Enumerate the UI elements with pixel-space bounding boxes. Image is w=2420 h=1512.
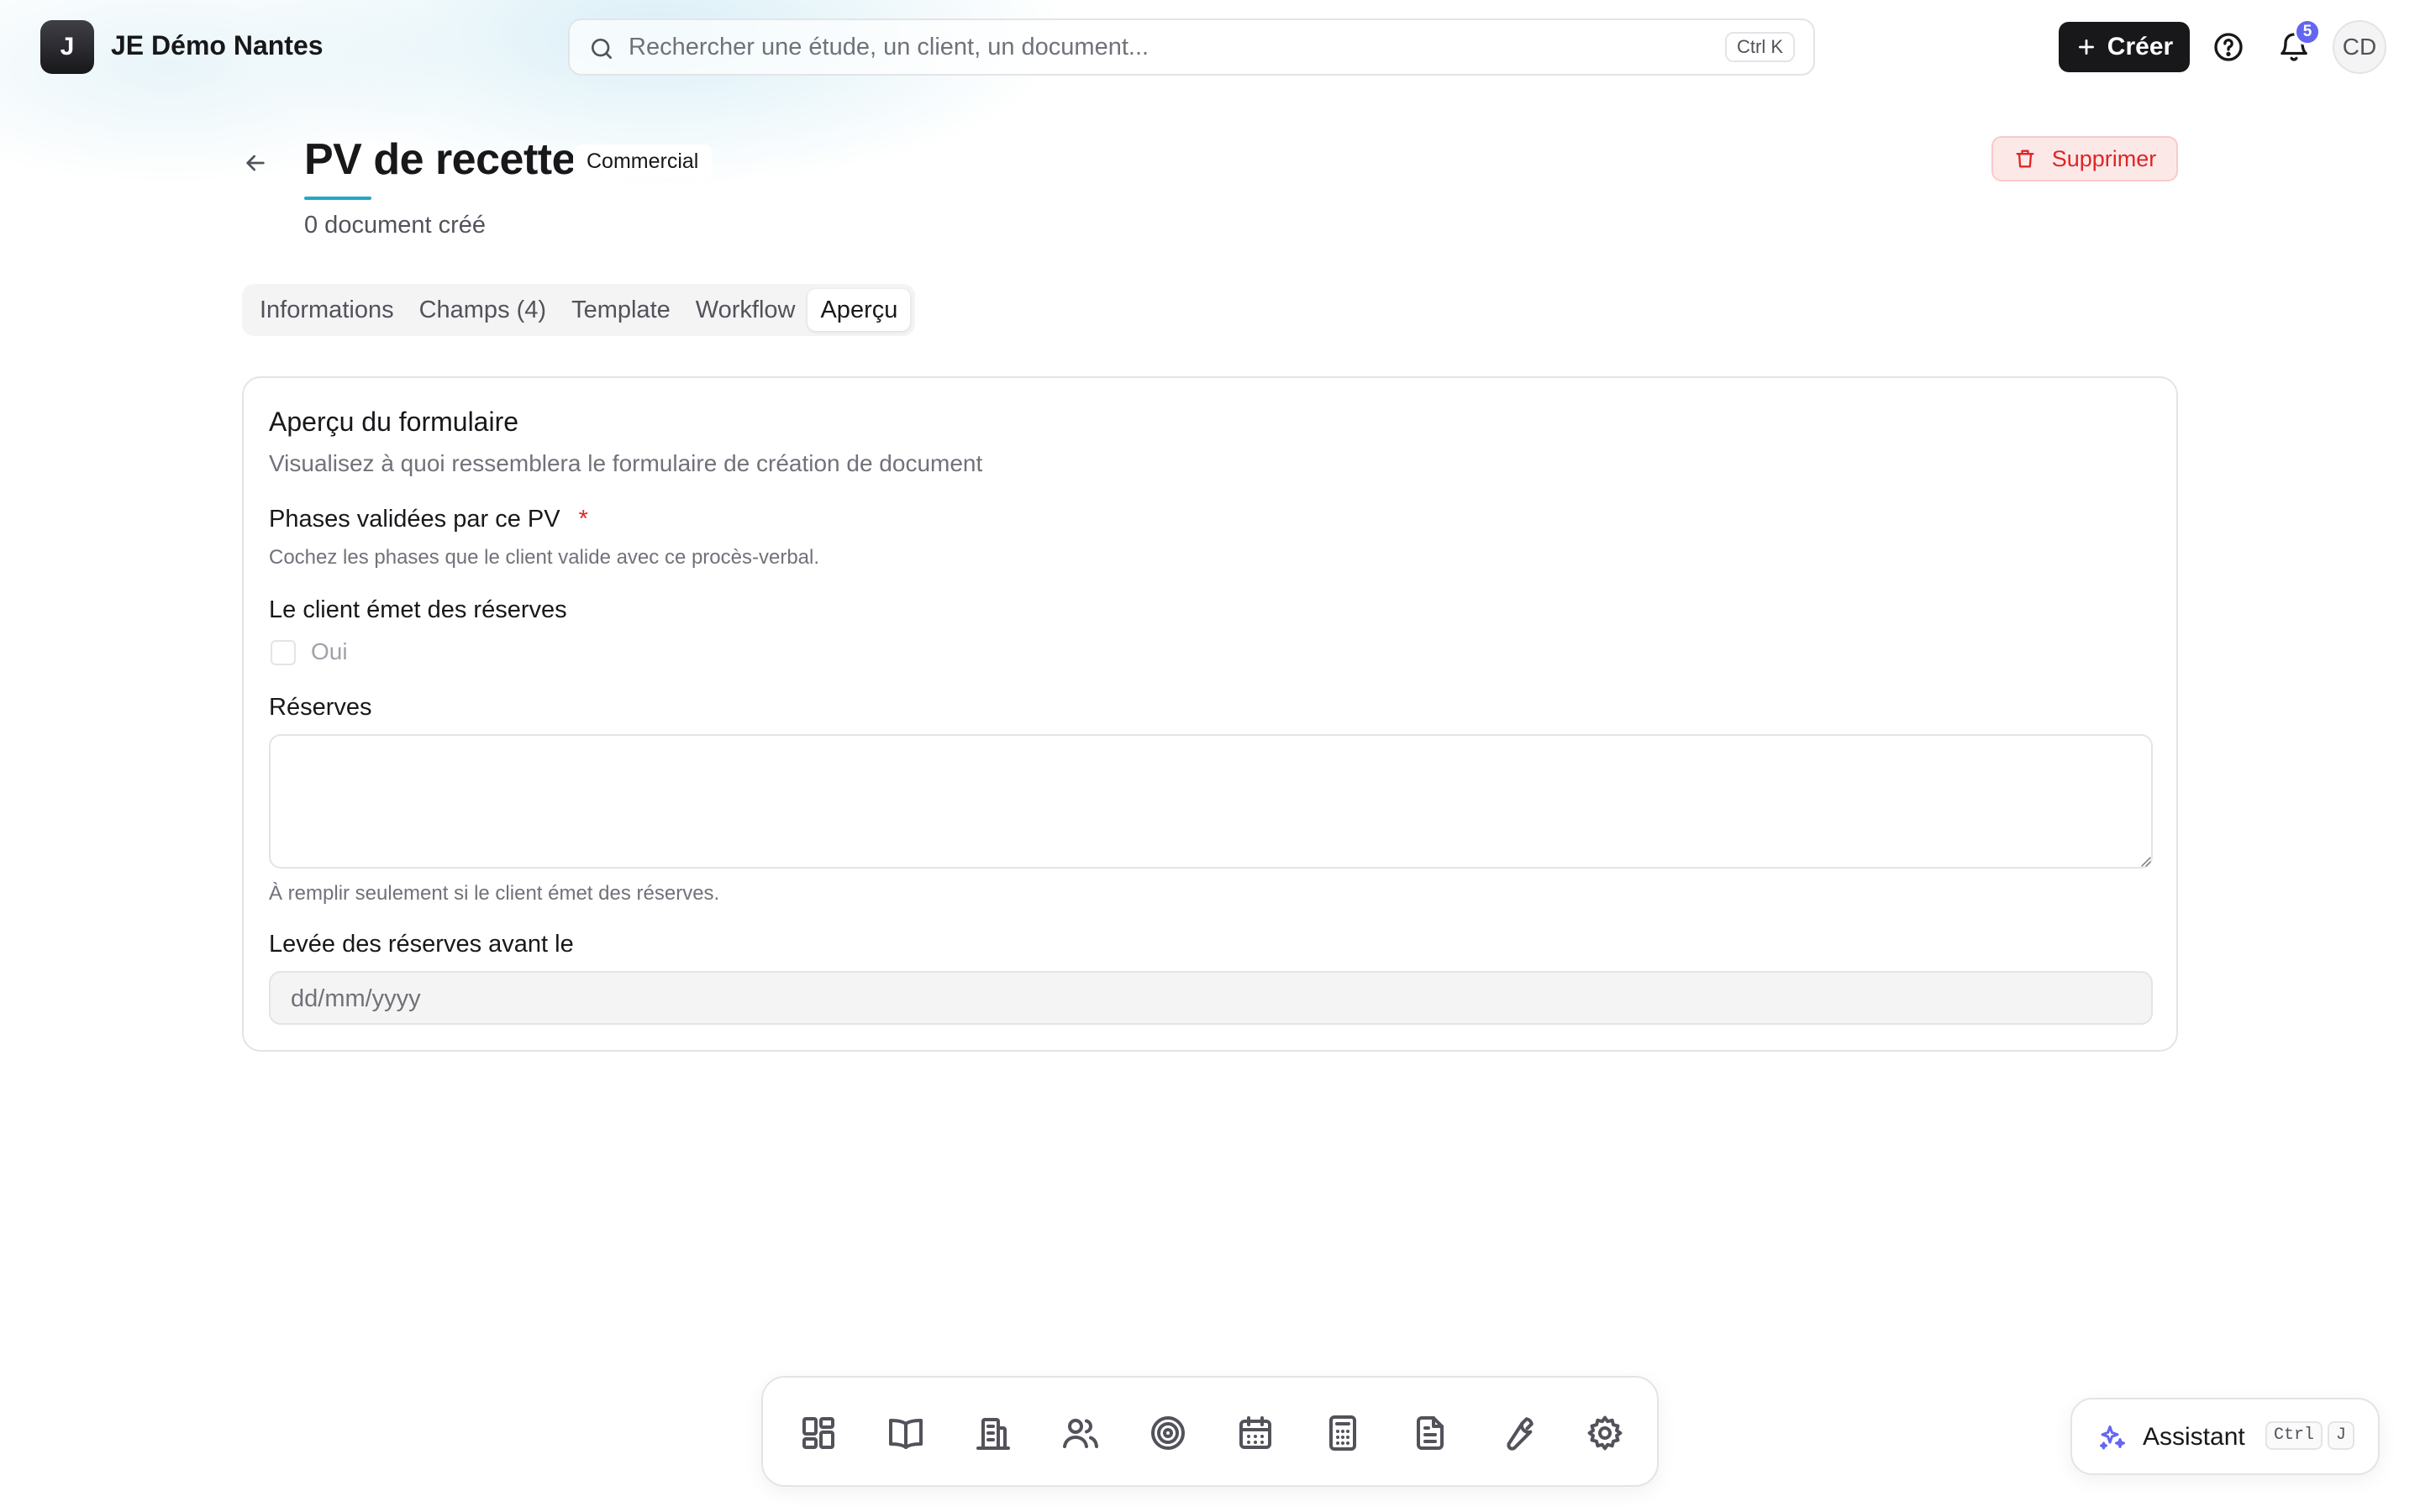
wrench-icon[interactable]	[1497, 1413, 1538, 1453]
tab-informations[interactable]: Informations	[247, 289, 407, 331]
building-icon[interactable]	[973, 1413, 1013, 1453]
trash-icon	[2013, 147, 2037, 171]
help-icon[interactable]	[2212, 30, 2245, 64]
card-description: Visualisez à quoi ressemblera le formula…	[269, 450, 983, 476]
assistant-shortcut-j: J	[2328, 1421, 2355, 1450]
global-search[interactable]: Ctrl K	[568, 18, 1815, 76]
phases-label-text: Phases validées par ce PV	[269, 506, 560, 533]
users-icon[interactable]	[1060, 1413, 1101, 1453]
calculator-icon[interactable]	[1323, 1413, 1363, 1453]
create-button-label: Créer	[2107, 33, 2174, 60]
top-bar: J JE Démo Nantes Ctrl K Créer 5 CD	[0, 0, 2420, 94]
deadline-date-input[interactable]: dd/mm/yyyy	[269, 971, 2153, 1025]
client-reserves-field-label: Le client émet des réserves	[269, 596, 567, 623]
org-logo[interactable]: J	[40, 20, 94, 74]
calendar-icon[interactable]	[1235, 1413, 1276, 1453]
target-icon[interactable]	[1148, 1413, 1188, 1453]
phases-field-help: Cochez les phases que le client valide a…	[269, 546, 820, 569]
form-preview-card: Aperçu du formulaire Visualisez à quoi r…	[242, 376, 2178, 1052]
user-avatar[interactable]: CD	[2333, 20, 2386, 74]
document-count: 0 document créé	[304, 212, 487, 239]
tab-template[interactable]: Template	[559, 289, 683, 331]
assistant-label: Assistant	[2143, 1423, 2245, 1451]
notification-badge: 5	[2294, 18, 2321, 45]
tab-apercu[interactable]: Aperçu	[808, 289, 911, 331]
assistant-shortcut-ctrl: Ctrl	[2265, 1421, 2323, 1450]
sparkles-icon	[2097, 1423, 2128, 1453]
assistant-button[interactable]: Assistant Ctrl J	[2070, 1398, 2380, 1475]
resize-grip-icon[interactable]	[2139, 855, 2151, 867]
reserves-textarea[interactable]	[269, 734, 2153, 869]
category-badge: Commercial	[573, 144, 713, 178]
required-mark: *	[578, 506, 588, 533]
search-input[interactable]	[629, 30, 1687, 64]
plus-icon	[2075, 36, 2097, 58]
document-icon[interactable]	[1410, 1413, 1450, 1453]
phases-field-label: Phases validées par ce PV *	[269, 506, 588, 533]
delete-button-label: Supprimer	[2051, 145, 2157, 171]
client-reserves-checkbox-label[interactable]: Oui	[311, 638, 348, 665]
page-title: PV de recette	[304, 135, 576, 184]
deadline-field-label: Levée des réserves avant le	[269, 931, 574, 958]
date-placeholder: dd/mm/yyyy	[291, 985, 421, 1012]
book-icon[interactable]	[886, 1413, 926, 1453]
back-arrow-icon[interactable]	[242, 150, 269, 176]
search-icon	[588, 35, 615, 62]
search-shortcut-hint: Ctrl K	[1725, 32, 1795, 62]
create-button[interactable]: Créer	[2059, 22, 2190, 72]
settings-icon[interactable]	[1585, 1413, 1625, 1453]
title-accent-underline	[304, 197, 371, 200]
card-title: Aperçu du formulaire	[269, 407, 519, 437]
client-reserves-checkbox[interactable]	[271, 640, 296, 665]
reserves-field-label: Réserves	[269, 694, 372, 721]
bottom-dock	[761, 1376, 1659, 1487]
dashboard-icon[interactable]	[798, 1413, 839, 1453]
org-name[interactable]: JE Démo Nantes	[111, 30, 324, 61]
delete-button[interactable]: Supprimer	[1991, 136, 2178, 181]
tab-champs[interactable]: Champs (4)	[407, 289, 560, 331]
tab-workflow[interactable]: Workflow	[683, 289, 808, 331]
reserves-field-help: À remplir seulement si le client émet de…	[269, 882, 720, 905]
tab-bar: Informations Champs (4) Template Workflo…	[242, 284, 916, 336]
